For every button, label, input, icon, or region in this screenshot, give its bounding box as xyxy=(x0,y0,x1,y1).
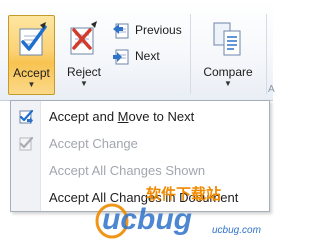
group-separator xyxy=(190,14,191,94)
previous-button-label: Previous xyxy=(135,23,182,37)
site-watermark: 软件下载站 ucbug ucbug.com xyxy=(95,185,261,239)
menu-item-label: Accept and Move to Next xyxy=(49,109,195,124)
previous-button[interactable]: Previous xyxy=(112,19,182,41)
watermark-logo-text: ucbug xyxy=(102,203,192,236)
next-button[interactable]: Next xyxy=(112,45,160,67)
watermark-chinese-text: 软件下载站 xyxy=(146,185,221,203)
accept-button-label: Accept xyxy=(13,66,50,80)
accept-move-next-icon xyxy=(19,109,34,124)
accept-change-icon xyxy=(19,22,47,56)
compare-documents-icon xyxy=(213,22,241,56)
accept-change-icon xyxy=(19,136,34,151)
chevron-down-icon: ▼ xyxy=(224,79,232,88)
next-change-icon xyxy=(113,49,129,65)
watermark-domain-text: ucbug.com xyxy=(212,225,261,236)
reject-change-icon xyxy=(70,21,97,55)
next-button-label: Next xyxy=(135,49,160,63)
reject-button[interactable]: Reject ▼ xyxy=(60,15,108,95)
review-ribbon: Accept ▼ Reject ▼ Previous Next Compare … xyxy=(0,0,275,101)
compare-button[interactable]: Compare ▼ xyxy=(194,15,262,95)
previous-change-icon xyxy=(113,23,129,39)
menu-item-label: Accept Change xyxy=(49,136,138,151)
reject-button-label: Reject xyxy=(66,65,101,79)
compare-button-label: Compare xyxy=(203,65,253,79)
menu-item-accept-and-move-to-next[interactable]: Accept and Move to Next xyxy=(11,103,269,129)
accept-button[interactable]: Accept ▼ xyxy=(8,15,55,95)
group-separator xyxy=(266,14,267,94)
menu-item-accept-change[interactable]: Accept Change xyxy=(11,130,269,156)
chevron-down-icon: ▼ xyxy=(80,79,88,88)
chevron-down-icon: ▼ xyxy=(27,80,36,89)
group-label-fragment: A xyxy=(268,84,275,95)
